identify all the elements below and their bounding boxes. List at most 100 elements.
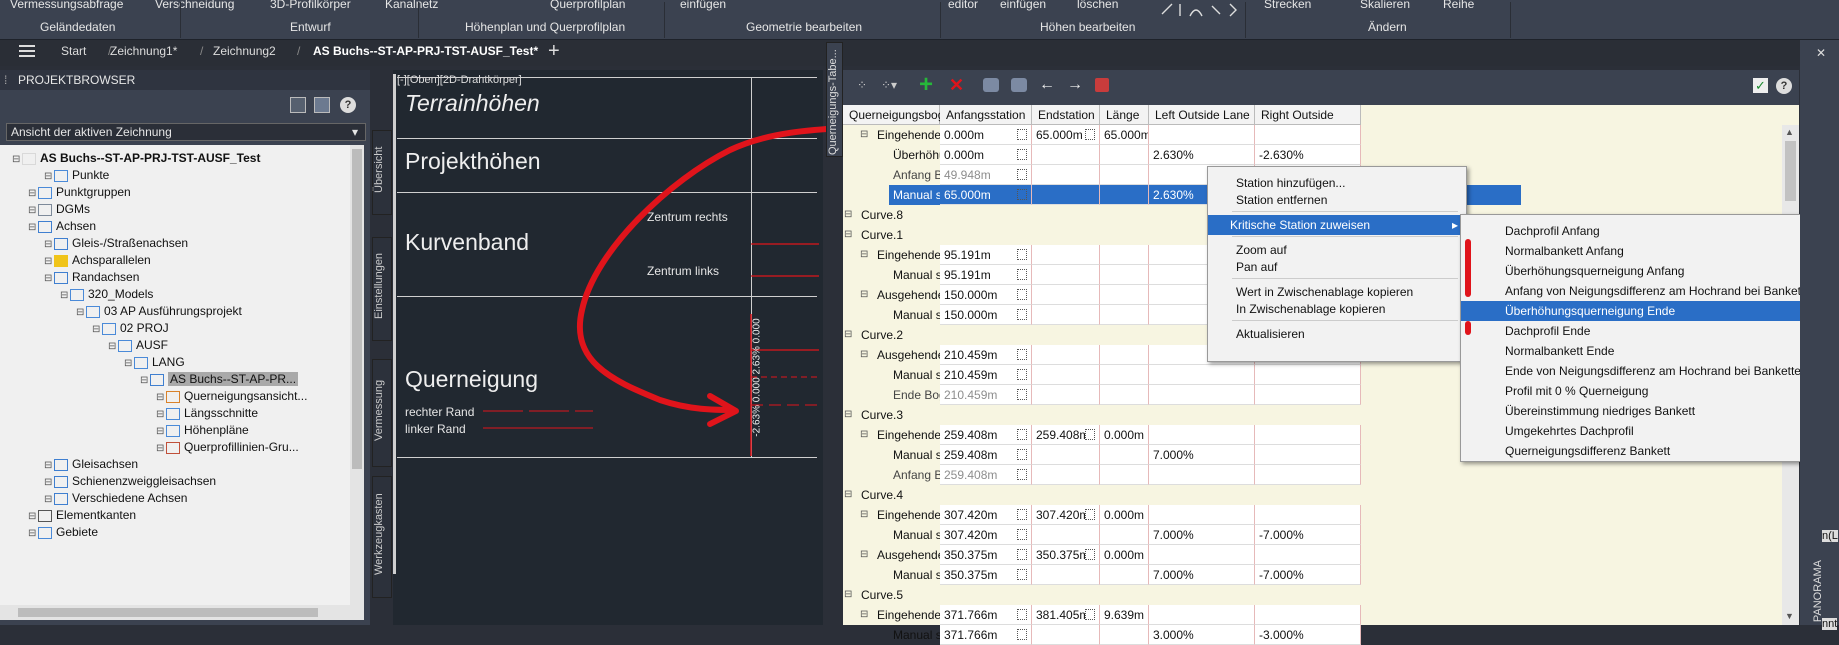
add-icon[interactable]: + — [919, 71, 933, 99]
cell-end[interactable]: 65.000m — [1032, 125, 1100, 145]
cell-start[interactable]: 65.000m — [940, 185, 1032, 205]
cell-len[interactable] — [1100, 465, 1149, 485]
station-pick-icon[interactable] — [1017, 249, 1027, 260]
arrow-left-icon[interactable]: ← — [1039, 76, 1055, 94]
cell-len[interactable] — [1100, 565, 1149, 585]
expand-icon[interactable]: ⊟ — [12, 150, 22, 169]
ribbon-tool-querprofilplan[interactable]: Querprofilplan — [550, 0, 625, 11]
expand-icon[interactable]: ⊟ — [844, 585, 852, 605]
expand-icon[interactable]: ⊟ — [28, 524, 38, 543]
cell-len[interactable] — [1100, 365, 1149, 385]
cell-end[interactable] — [1032, 565, 1100, 585]
expand-icon[interactable]: ⊟ — [76, 303, 86, 322]
tab-active-drawing[interactable]: AS Buchs--ST-AP-PRJ-TST-AUSF_Test* — [313, 44, 538, 64]
cell-right[interactable]: -7.000% — [1255, 525, 1361, 545]
side-tab[interactable]: Übersicht — [372, 130, 392, 215]
view-toggle-icon[interactable] — [290, 97, 306, 113]
cell-left[interactable] — [1149, 605, 1255, 625]
station-pick-icon[interactable] — [1017, 629, 1027, 640]
cell-start[interactable]: 371.766m — [940, 625, 1032, 645]
station-pick-icon[interactable] — [1017, 309, 1027, 320]
station-pick-icon[interactable] — [1017, 369, 1027, 380]
cell-right[interactable] — [1255, 605, 1361, 625]
cell-len[interactable] — [1100, 345, 1149, 365]
cell-end[interactable] — [1032, 265, 1100, 285]
cell-end[interactable]: 381.405m — [1032, 605, 1100, 625]
station-pick-icon[interactable] — [1017, 449, 1027, 460]
cell-len[interactable] — [1100, 165, 1149, 185]
table-row[interactable]: ⊟Eingehender Übergangsbereich0.000m65.00… — [843, 125, 1773, 145]
expand-icon[interactable]: ⊟ — [92, 320, 102, 339]
edit-view-icon[interactable] — [1011, 78, 1027, 92]
clear-icon[interactable] — [1095, 78, 1109, 92]
station-pick-icon[interactable] — [1017, 389, 1027, 400]
cell-len[interactable] — [1100, 145, 1149, 165]
cell-start[interactable]: 259.408m — [940, 445, 1032, 465]
cell-len[interactable] — [1100, 285, 1149, 305]
cell-len[interactable] — [1100, 525, 1149, 545]
ribbon-tool-kanalnetz[interactable]: Kanalnetz — [385, 0, 438, 11]
grip-icon[interactable]: ⁞ — [4, 73, 7, 87]
submenu-item[interactable]: Übereinstimmung niedriges Bankett — [1461, 401, 1838, 421]
column-header[interactable]: Right Outside Lane — [1255, 105, 1361, 142]
column-header[interactable]: Endstation — [1032, 105, 1100, 125]
submenu-item[interactable]: Anfang von Neigungsdifferenz am Hochrand… — [1461, 281, 1838, 301]
submenu-item[interactable]: Normalbankett Ende — [1461, 341, 1838, 361]
submenu-item[interactable]: Dachprofil Anfang — [1461, 221, 1838, 241]
cell-right[interactable] — [1255, 445, 1361, 465]
ribbon-tool-einfuegen[interactable]: einfügen — [680, 0, 726, 11]
ribbon-tool-skalieren[interactable]: Skalieren — [1360, 0, 1410, 11]
tree-item[interactable]: ⊟ Gebiete — [28, 523, 98, 542]
side-tab[interactable]: Werkzeugkasten — [372, 476, 392, 598]
delete-icon[interactable]: ✕ — [949, 75, 964, 96]
cell-end[interactable] — [1032, 465, 1100, 485]
submenu-item[interactable]: Profil mit 0 % Querneigung — [1461, 381, 1838, 401]
cell-right[interactable] — [1255, 365, 1361, 385]
column-header[interactable]: Anfangsstation — [940, 105, 1032, 125]
cell-end[interactable] — [1032, 345, 1100, 365]
ribbon-tool-editor[interactable]: editor — [948, 0, 978, 11]
expand-icon[interactable]: ⊟ — [844, 205, 852, 225]
cell-right[interactable] — [1255, 465, 1361, 485]
ribbon-group-label[interactable]: Höhenplan und Querprofilplan — [465, 20, 625, 34]
column-header[interactable]: Länge — [1100, 105, 1149, 125]
station-pick-icon[interactable] — [1085, 509, 1095, 520]
cell-end[interactable] — [1032, 185, 1100, 205]
ribbon-tool-loeschen[interactable]: löschen — [1077, 0, 1118, 11]
tree-vertical-scrollbar[interactable] — [350, 145, 364, 605]
cell-start[interactable]: 307.420m — [940, 525, 1032, 545]
cell-left[interactable]: 3.000% — [1149, 625, 1255, 645]
table-help-icon[interactable]: ? — [1776, 78, 1792, 94]
station-pick-icon[interactable] — [1017, 469, 1027, 480]
submenu-item[interactable]: Überhöhungsquerneigung Anfang — [1461, 261, 1838, 281]
expand-icon[interactable]: ⊟ — [860, 125, 868, 145]
cell-right[interactable] — [1255, 385, 1361, 405]
check-icon[interactable]: ✓ — [1753, 78, 1768, 93]
cell-end[interactable] — [1032, 285, 1100, 305]
expand-icon[interactable]: ⊟ — [60, 286, 70, 305]
cell-end[interactable]: 307.420m — [1032, 505, 1100, 525]
station-pick-icon[interactable] — [1085, 549, 1095, 560]
cell-len[interactable] — [1100, 305, 1149, 325]
ribbon-tool-profilkoerper[interactable]: 3D-Profilkörper — [270, 0, 351, 11]
cell-left[interactable]: 2.630% — [1149, 145, 1255, 165]
station-pick-icon[interactable] — [1017, 429, 1027, 440]
station-pick-icon[interactable] — [1017, 189, 1027, 200]
expand-icon[interactable]: ⊟ — [860, 345, 868, 365]
cell-end[interactable]: 350.375m — [1032, 545, 1100, 565]
expand-icon[interactable]: ⊟ — [844, 485, 852, 505]
help-icon[interactable]: ? — [340, 97, 356, 113]
station-pick-icon[interactable] — [1017, 289, 1027, 300]
submenu-item[interactable]: Ende von Neigungsdifferenz am Hochrand b… — [1461, 361, 1838, 381]
station-pick-icon[interactable] — [1085, 129, 1095, 140]
ribbon-group-label[interactable]: Geometrie bearbeiten — [746, 20, 862, 34]
cell-left[interactable] — [1149, 385, 1255, 405]
cell-start[interactable]: 95.191m — [940, 265, 1032, 285]
ribbon-group-label[interactable]: Geländedaten — [40, 20, 115, 34]
cell-left[interactable] — [1149, 465, 1255, 485]
table-row[interactable]: Anfang Bogen259.408m — [843, 465, 1773, 485]
expand-icon[interactable]: ⊟ — [860, 245, 868, 265]
cell-left[interactable] — [1149, 425, 1255, 445]
column-header[interactable]: Querneigungsbogen — [843, 105, 958, 125]
cell-start[interactable]: 210.459m — [940, 345, 1032, 365]
